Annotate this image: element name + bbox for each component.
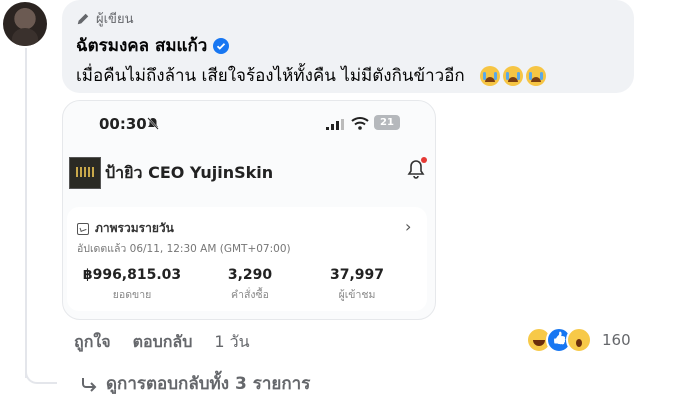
reply-arrow-icon xyxy=(82,377,97,392)
store-name: ป้ายิว CEO YujinSkin xyxy=(105,163,274,182)
author-name[interactable]: ฉัตรมงคล สมแก้ว xyxy=(76,32,207,59)
stat-orders: 3,290 คำสั่งซื้อ xyxy=(205,267,295,303)
card-title: ภาพรวมรายวัน xyxy=(95,221,174,235)
stat-label: ยอดขาย xyxy=(112,289,152,301)
battery-icon: 21 xyxy=(374,115,400,130)
stat-visitors: 37,997 ผู้เข้าชม xyxy=(312,267,402,303)
stat-label: ผู้เข้าชม xyxy=(338,289,376,301)
comment-actions: ถูกใจ ตอบกลับ 1 วัน xyxy=(74,330,272,355)
reply-button[interactable]: ตอบกลับ xyxy=(133,330,193,355)
comment-bubble: ผู้เขียน ฉัตรมงคล สมแก้ว เมื่อคืนไม่ถึงล… xyxy=(62,0,634,93)
view-replies-label: ดูการตอบกลับทั้ง 3 รายการ xyxy=(106,374,311,394)
crying-emoji-icon xyxy=(502,65,523,86)
stat-label: คำสั่งซื้อ xyxy=(231,289,269,301)
store-logo xyxy=(69,157,101,189)
chart-icon xyxy=(77,222,89,235)
attached-screenshot[interactable]: 00:30 21 ป้ายิว CEO YujinSkin ภาพรวมรายว… xyxy=(62,100,436,320)
like-button[interactable]: ถูกใจ xyxy=(74,330,111,355)
status-time: 00:30 xyxy=(99,115,147,133)
stat-value: 3,290 xyxy=(227,267,273,283)
wifi-icon xyxy=(351,117,369,130)
reaction-count: 160 xyxy=(602,331,631,349)
stat-sales: ฿996,815.03 ยอดขาย xyxy=(77,267,187,303)
notification-dot xyxy=(421,157,427,163)
reactions-summary[interactable]: 160 xyxy=(526,327,631,353)
view-replies-link[interactable]: ดูการตอบกลับทั้ง 3 รายการ xyxy=(80,370,310,397)
thread-connector xyxy=(25,360,57,384)
stat-value: ฿996,815.03 xyxy=(82,267,182,283)
updated-timestamp: อัปเดตแล้ว 06/11, 12:30 AM (GMT+07:00) xyxy=(77,243,291,255)
author-badge: ผู้เขียน xyxy=(76,8,133,29)
wow-icon xyxy=(566,327,592,353)
verified-icon xyxy=(213,37,230,54)
silent-mode-icon xyxy=(147,117,159,130)
comment-text: เมื่อคืนไม่ถึงล้าน เสียใจร้องไห้ทั้งคืน … xyxy=(76,62,546,89)
daily-overview-card: ภาพรวมรายวัน อัปเดตแล้ว 06/11, 12:30 AM … xyxy=(67,207,427,311)
stat-value: 37,997 xyxy=(329,267,385,283)
chevron-right-icon: › xyxy=(405,217,412,236)
avatar[interactable] xyxy=(3,2,47,46)
thread-line xyxy=(25,48,27,378)
comment-time[interactable]: 1 วัน xyxy=(214,330,249,355)
crying-emoji-icon xyxy=(479,65,500,86)
signal-icon xyxy=(326,119,344,130)
author-badge-label: ผู้เขียน xyxy=(96,12,134,27)
crying-emoji-icon xyxy=(525,65,546,86)
pencil-icon xyxy=(77,13,89,24)
comment-body: เมื่อคืนไม่ถึงล้าน เสียใจร้องไห้ทั้งคืน … xyxy=(76,66,465,86)
